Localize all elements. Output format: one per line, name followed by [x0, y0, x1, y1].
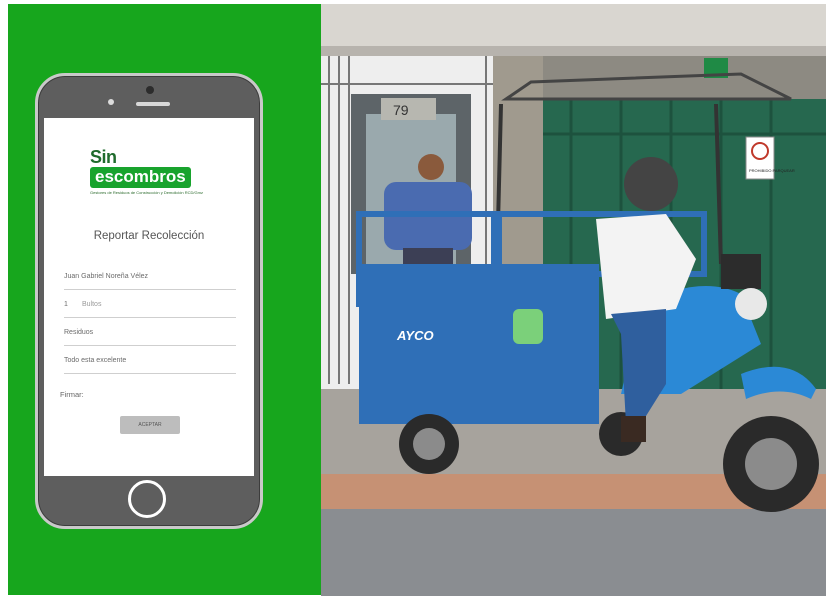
- brand-line1: Sin: [90, 147, 117, 167]
- brand-line2: escombros: [90, 167, 191, 188]
- accept-button[interactable]: ACEPTAR: [120, 416, 180, 434]
- svg-text:PROHIBIDO PARQUEAR: PROHIBIDO PARQUEAR: [749, 168, 795, 173]
- name-field[interactable]: Juan Gabriel Noreña Vélez: [64, 263, 236, 290]
- sensor-icon: [108, 99, 114, 105]
- camera-icon: [146, 86, 154, 94]
- quantity-unit: Bultos: [82, 300, 102, 308]
- phone-mockup: Sin escombros Gestores de Residuos de Co…: [35, 73, 263, 529]
- quantity-field[interactable]: 1 Bultos: [64, 291, 236, 318]
- brand-tagline: Gestores de Residuos de Construcción y D…: [90, 190, 203, 195]
- name-value: Juan Gabriel Noreña Vélez: [64, 272, 149, 280]
- form-title: Reportar Recolección: [93, 230, 205, 242]
- photo-illustration: 79 PROHIBIDO PARQUEAR AYCO: [321, 4, 826, 596]
- comment-value: Todo esta excelente: [64, 356, 127, 364]
- signature-label[interactable]: Firmar:: [60, 390, 84, 399]
- speaker-grille: [136, 102, 170, 106]
- home-button[interactable]: [128, 480, 166, 518]
- brand-logo: Sin escombros Gestores de Residuos de Co…: [90, 148, 220, 195]
- vehicle-brand: AYCO: [396, 328, 434, 343]
- street-photo: 79 PROHIBIDO PARQUEAR AYCO: [321, 4, 826, 596]
- waste-type-value: Residuos: [64, 328, 94, 336]
- phone-screen: Sin escombros Gestores de Residuos de Co…: [44, 118, 254, 476]
- waste-type-field[interactable]: Residuos: [64, 319, 236, 346]
- quantity-value: 1: [64, 300, 68, 308]
- comment-field[interactable]: Todo esta excelente: [64, 347, 236, 374]
- house-number: 79: [393, 102, 409, 118]
